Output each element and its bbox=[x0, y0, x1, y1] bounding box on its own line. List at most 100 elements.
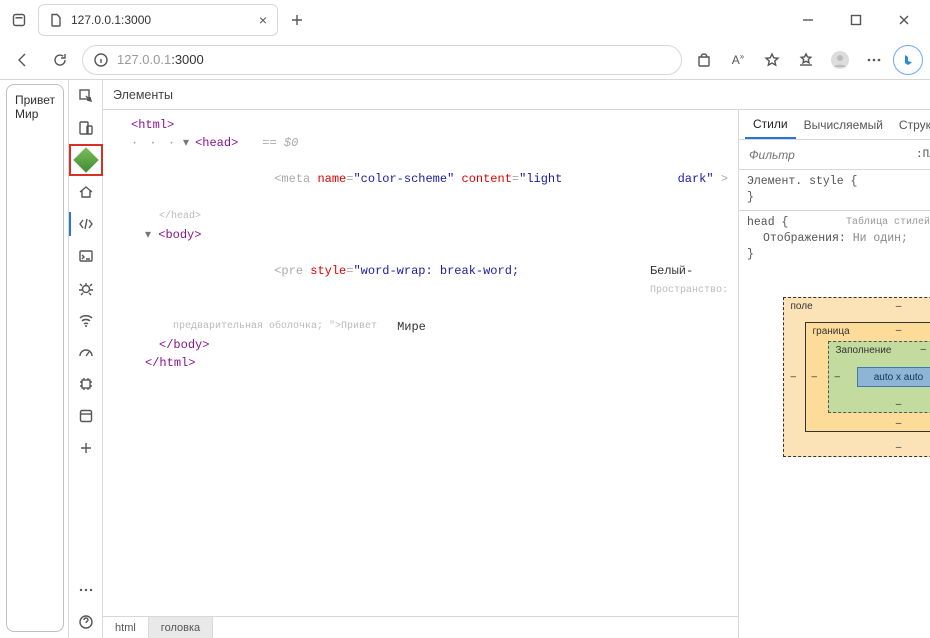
address-bar[interactable]: 127.0.0.1:3000 bbox=[82, 45, 682, 75]
browser-tab[interactable]: 127.0.0.1:3000 × bbox=[38, 4, 278, 36]
dom-text: Пространство: bbox=[650, 285, 728, 296]
box-dash: – bbox=[896, 399, 902, 410]
tab-computed[interactable]: Вычисляемый bbox=[796, 110, 891, 139]
maximize-button[interactable] bbox=[834, 5, 878, 35]
rule-selector: Элемент. style { bbox=[747, 175, 857, 188]
styles-pane: Стили Вычисляемый Структура ⌄ :Плитой .c… bbox=[738, 110, 930, 638]
memory-tool[interactable] bbox=[69, 368, 103, 400]
style-rules[interactable]: Элемент. style { } head { Таблица стилей… bbox=[739, 170, 930, 267]
shopping-button[interactable] bbox=[688, 44, 720, 76]
rule-brace: } bbox=[747, 191, 754, 204]
welcome-tool[interactable] bbox=[69, 176, 103, 208]
rule-prop-name: Отображения: bbox=[763, 232, 846, 245]
styles-filter-input[interactable] bbox=[743, 144, 912, 166]
window-controls bbox=[786, 5, 926, 35]
minimize-button[interactable] bbox=[786, 5, 830, 35]
device-icon bbox=[78, 120, 94, 136]
page-viewport: Привет Мир bbox=[6, 84, 64, 632]
help-icon bbox=[78, 614, 94, 630]
tab-list-button[interactable] bbox=[4, 5, 34, 35]
tab-layout[interactable]: Структура bbox=[891, 110, 930, 139]
box-content-label: auto x auto bbox=[874, 372, 923, 383]
device-tool[interactable] bbox=[69, 112, 103, 144]
box-dash: – bbox=[921, 344, 927, 355]
dom-head-close: </head> bbox=[159, 211, 201, 222]
rule-brace: } bbox=[747, 248, 754, 261]
dom-text: name bbox=[317, 172, 346, 186]
url-path: :3000 bbox=[171, 52, 204, 67]
plus-icon bbox=[291, 14, 303, 26]
maximize-icon bbox=[850, 14, 862, 26]
performance-tool[interactable] bbox=[69, 336, 103, 368]
more-tools[interactable] bbox=[69, 574, 103, 606]
elements-tool[interactable] bbox=[69, 208, 103, 240]
browser-tab-title: 127.0.0.1:3000 bbox=[71, 13, 251, 27]
box-padding[interactable]: Заполнение – – – – auto x auto bbox=[828, 341, 930, 413]
bag-icon bbox=[696, 52, 712, 68]
breadcrumb-item-html[interactable]: html bbox=[103, 617, 149, 638]
box-dash: – bbox=[896, 418, 902, 429]
box-margin[interactable]: поле – – – – граница – – – – bbox=[783, 297, 930, 457]
dom-text: предварительная оболочка; ">Привет bbox=[173, 318, 377, 336]
read-aloud-button[interactable]: A» bbox=[722, 44, 754, 76]
page-body-text: Привет Мир bbox=[15, 93, 55, 121]
dom-text: Белый- bbox=[650, 264, 693, 278]
dom-text: <pre bbox=[274, 264, 310, 278]
rule-selector: head { bbox=[747, 216, 788, 229]
dom-body-open: <body> bbox=[158, 228, 201, 242]
dom-head-row[interactable]: · · · ▾ <head> == $0 bbox=[117, 134, 738, 152]
dom-text: "color-scheme" bbox=[353, 172, 454, 186]
cube-icon bbox=[73, 147, 98, 172]
toolbar-right: A» bbox=[688, 44, 924, 76]
text-icon: A» bbox=[732, 52, 744, 67]
inspect-icon bbox=[78, 88, 94, 104]
plus-icon bbox=[79, 441, 93, 455]
tab-styles[interactable]: Стили bbox=[745, 110, 796, 139]
styles-toolbar: :Плитой .cls bbox=[739, 140, 930, 170]
network-tool[interactable] bbox=[69, 304, 103, 336]
box-dash: – bbox=[834, 372, 840, 383]
inspect-tool[interactable] bbox=[69, 80, 103, 112]
box-border[interactable]: граница – – – – Заполнение – – – bbox=[805, 322, 930, 432]
bing-chat-button[interactable] bbox=[892, 44, 924, 76]
console-icon bbox=[78, 248, 94, 264]
ellipsis-icon bbox=[78, 582, 94, 598]
rule-prop-value: Ни один; bbox=[853, 232, 908, 245]
profile-button[interactable] bbox=[824, 44, 856, 76]
help-tool[interactable] bbox=[69, 606, 103, 638]
new-tab-button[interactable] bbox=[282, 5, 312, 35]
collections-button[interactable] bbox=[790, 44, 822, 76]
hov-toggle[interactable]: :Плитой bbox=[912, 149, 930, 161]
dom-pane: <html> · · · ▾ <head> == $0 <meta name="… bbox=[103, 110, 738, 638]
close-tab-icon[interactable]: × bbox=[259, 12, 267, 28]
gauge-icon bbox=[78, 344, 94, 360]
box-margin-label: поле bbox=[790, 301, 812, 312]
refresh-button[interactable] bbox=[44, 44, 76, 76]
favorites-button[interactable] bbox=[756, 44, 788, 76]
box-dash: – bbox=[790, 372, 796, 383]
console-tool[interactable] bbox=[69, 240, 103, 272]
more-button[interactable] bbox=[858, 44, 890, 76]
back-button[interactable] bbox=[6, 44, 38, 76]
back-icon bbox=[13, 51, 31, 69]
star-list-icon bbox=[798, 52, 814, 68]
dom-text: style bbox=[310, 264, 346, 278]
breadcrumb-item-head[interactable]: головка bbox=[149, 617, 213, 638]
close-window-button[interactable] bbox=[882, 5, 926, 35]
devtools-body: <html> · · · ▾ <head> == $0 <meta name="… bbox=[103, 110, 930, 638]
devtools-main: Элементы × <html> · · · ▾ <head> == $0 bbox=[102, 80, 930, 638]
box-content[interactable]: auto x auto bbox=[857, 367, 930, 387]
star-plus-icon bbox=[764, 52, 780, 68]
tab-label: Стили bbox=[753, 117, 788, 131]
dom-tree[interactable]: <html> · · · ▾ <head> == $0 <meta name="… bbox=[103, 110, 738, 616]
application-tool[interactable] bbox=[69, 400, 103, 432]
dom-text: > bbox=[714, 172, 728, 186]
3d-view-tool[interactable] bbox=[69, 144, 103, 176]
debugger-tool[interactable] bbox=[69, 272, 103, 304]
browser-toolbar: 127.0.0.1:3000 A» bbox=[0, 40, 930, 80]
box-dash: – bbox=[896, 442, 902, 453]
content-area: Привет Мир Элементы × bbox=[0, 80, 930, 638]
add-tool[interactable] bbox=[69, 432, 103, 464]
info-icon bbox=[93, 52, 109, 68]
elements-icon bbox=[78, 216, 94, 232]
